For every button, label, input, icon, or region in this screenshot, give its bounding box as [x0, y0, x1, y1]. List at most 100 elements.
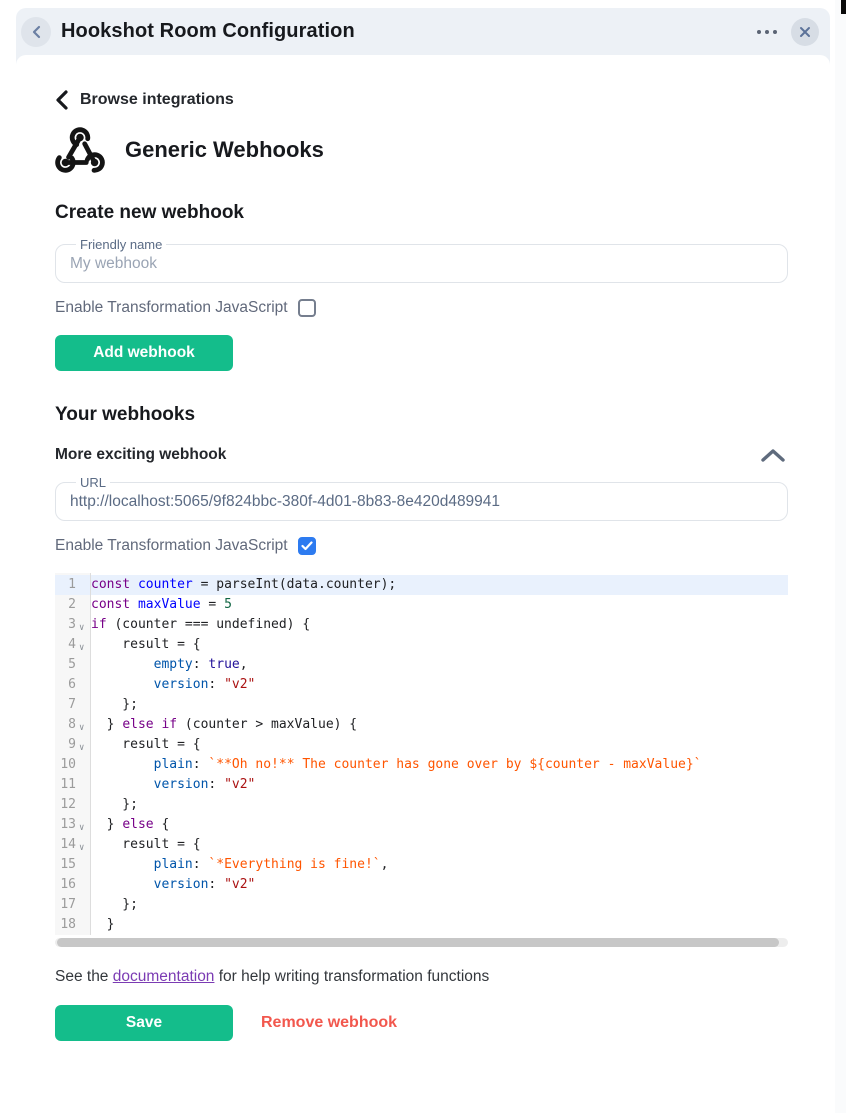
help-prefix: See the	[55, 968, 113, 985]
code-line: } else {	[91, 815, 788, 835]
code-token: empty	[154, 657, 193, 672]
help-suffix: for help writing transformation function…	[214, 968, 489, 985]
enable-transform-label: Enable Transformation JavaScript	[55, 299, 288, 317]
dialog-close-button[interactable]	[791, 18, 819, 46]
code-line: if (counter === undefined) {	[91, 615, 788, 635]
line-number: 2	[55, 595, 90, 615]
chevron-left-icon	[31, 25, 41, 39]
enable-transform-label: Enable Transformation JavaScript	[55, 537, 288, 555]
code-token: }	[91, 917, 114, 932]
fold-arrow-icon[interactable]: ∨	[79, 718, 90, 738]
code-token: result = {	[91, 837, 201, 852]
code-line: };	[91, 895, 788, 915]
help-text: See the documentation for help writing t…	[55, 968, 788, 986]
code-line: };	[91, 695, 788, 715]
code-token	[91, 657, 154, 672]
code-line: result = {	[91, 735, 788, 755]
code-line: result = {	[91, 835, 788, 855]
remove-webhook-button[interactable]: Remove webhook	[261, 1014, 397, 1032]
code-token: plain	[154, 757, 193, 772]
code-token: =	[201, 597, 224, 612]
webhook-item-name: More exciting webhook	[55, 446, 226, 464]
enable-transform-row-new: Enable Transformation JavaScript	[55, 299, 788, 317]
webhook-url-input[interactable]	[68, 491, 775, 511]
code-token: if	[161, 717, 177, 732]
code-token: `**Oh no!** The counter has gone over by…	[208, 757, 701, 772]
code-line: version: "v2"	[91, 775, 788, 795]
code-token: result = {	[91, 737, 201, 752]
code-line: plain: `**Oh no!** The counter has gone …	[91, 755, 788, 775]
overflow-menu-button[interactable]	[751, 24, 783, 40]
code-token: 5	[224, 597, 232, 612]
code-editor[interactable]: 123∨4∨5678∨9∨10111213∨14∨15161718 const …	[55, 573, 788, 935]
page-scrollbar-thumb[interactable]	[841, 0, 846, 14]
code-token: (counter === undefined) {	[107, 617, 311, 632]
line-number: 13∨	[55, 815, 90, 835]
code-token	[130, 597, 138, 612]
code-token: :	[208, 877, 224, 892]
line-number: 3∨	[55, 615, 90, 635]
line-number: 16	[55, 875, 90, 895]
code-line: };	[91, 795, 788, 815]
code-line: version: "v2"	[91, 875, 788, 895]
code-token: :	[208, 777, 224, 792]
fold-arrow-icon[interactable]: ∨	[79, 638, 90, 658]
code-token: ,	[381, 857, 389, 872]
editor-hscroll-thumb[interactable]	[57, 938, 779, 947]
fold-arrow-icon[interactable]: ∨	[79, 838, 90, 858]
enable-transform-checkbox-existing[interactable]	[298, 537, 316, 555]
browse-integrations-link[interactable]: Browse integrations	[55, 90, 788, 110]
editor-hscroll-track[interactable]	[55, 938, 788, 947]
code-line: const maxValue = 5	[91, 595, 788, 615]
code-token: "v2"	[224, 877, 255, 892]
code-token: if	[91, 617, 107, 632]
webhook-url-field: URL	[55, 475, 788, 521]
hookshot-dialog: Hookshot Room Configuration Browse integ…	[16, 8, 830, 1113]
code-token: :	[193, 657, 209, 672]
add-webhook-button[interactable]: Add webhook	[55, 335, 233, 371]
documentation-link[interactable]: documentation	[113, 968, 215, 985]
save-button[interactable]: Save	[55, 1005, 233, 1041]
code-token	[91, 677, 154, 692]
close-icon	[799, 26, 811, 38]
code-token	[91, 857, 154, 872]
your-webhooks-heading: Your webhooks	[55, 404, 788, 426]
code-token: true	[208, 657, 239, 672]
friendly-name-field: Friendly name	[55, 237, 788, 283]
code-token: }	[91, 817, 122, 832]
code-token: counter	[138, 577, 193, 592]
code-line: plain: `*Everything is fine!`,	[91, 855, 788, 875]
collapse-webhook-button[interactable]	[758, 445, 788, 465]
code-token	[91, 777, 154, 792]
fold-arrow-icon[interactable]: ∨	[79, 738, 90, 758]
line-number: 10	[55, 755, 90, 775]
friendly-name-input[interactable]	[68, 253, 775, 273]
code-token: }	[91, 717, 122, 732]
webhook-item-header[interactable]: More exciting webhook	[55, 445, 788, 465]
code-token: };	[91, 897, 138, 912]
enable-transform-checkbox-new[interactable]	[298, 299, 316, 317]
page-scrollbar-track[interactable]	[835, 0, 846, 1113]
dialog-back-button[interactable]	[21, 17, 51, 47]
code-token: `*Everything is fine!`	[208, 857, 380, 872]
actions-row: Save Remove webhook	[55, 1005, 788, 1041]
code-token: ,	[240, 657, 248, 672]
line-number: 15	[55, 855, 90, 875]
editor-code[interactable]: const counter = parseInt(data.counter);c…	[91, 573, 788, 935]
fold-arrow-icon[interactable]: ∨	[79, 618, 90, 638]
code-token	[91, 877, 154, 892]
dialog-title: Hookshot Room Configuration	[61, 20, 751, 43]
code-token: else	[122, 817, 153, 832]
code-line: } else if (counter > maxValue) {	[91, 715, 788, 735]
enable-transform-row-existing: Enable Transformation JavaScript	[55, 537, 788, 555]
code-token: version	[154, 877, 209, 892]
code-token: :	[193, 857, 209, 872]
fold-arrow-icon[interactable]: ∨	[79, 818, 90, 838]
code-token: maxValue	[138, 597, 201, 612]
line-number: 11	[55, 775, 90, 795]
friendly-name-label: Friendly name	[76, 237, 166, 252]
line-number: 1	[55, 575, 90, 595]
line-number: 7	[55, 695, 90, 715]
code-line: empty: true,	[91, 655, 788, 675]
line-number: 14∨	[55, 835, 90, 855]
